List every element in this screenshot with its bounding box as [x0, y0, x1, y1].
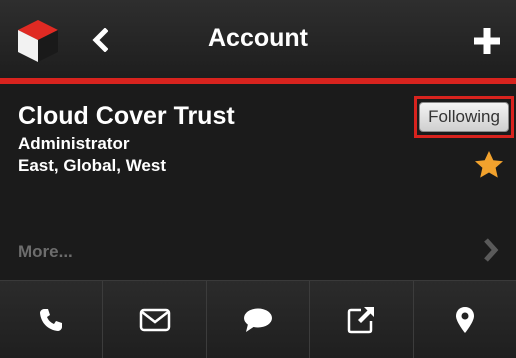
open-external-button[interactable] — [310, 281, 414, 358]
follow-highlight: Following — [414, 96, 514, 138]
plus-icon — [474, 28, 500, 54]
action-bar — [0, 280, 516, 358]
header-bar: Account — [0, 0, 516, 78]
location-button[interactable] — [414, 281, 516, 358]
chevron-right-icon — [484, 238, 499, 262]
add-button[interactable] — [470, 24, 504, 58]
message-button[interactable] — [207, 281, 311, 358]
chat-icon — [244, 308, 273, 332]
account-role: Administrator — [18, 134, 130, 153]
external-link-icon — [348, 306, 375, 333]
star-icon[interactable] — [474, 150, 504, 180]
account-name: Cloud Cover Trust — [18, 102, 235, 130]
account-detail-panel: Cloud Cover Trust Administrator East, Gl… — [0, 84, 516, 280]
more-row[interactable]: More... — [0, 224, 516, 268]
following-button[interactable]: Following — [419, 102, 509, 132]
call-button[interactable] — [0, 281, 104, 358]
mail-icon — [139, 308, 170, 331]
email-button[interactable] — [103, 281, 207, 358]
phone-icon — [40, 308, 63, 331]
more-label: More... — [18, 242, 73, 261]
page-title: Account — [208, 24, 308, 52]
account-regions: East, Global, West — [18, 156, 167, 175]
map-pin-icon — [455, 306, 474, 333]
